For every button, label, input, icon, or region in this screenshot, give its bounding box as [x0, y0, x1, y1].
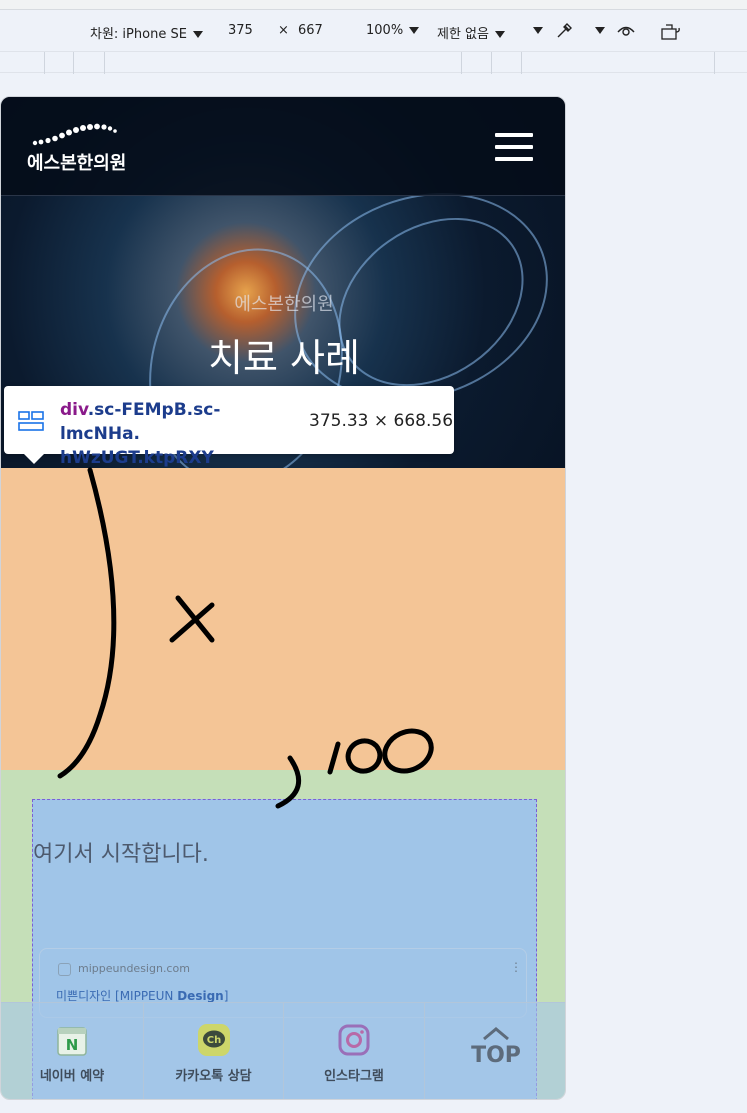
device-label: 차원: iPhone SE	[90, 27, 187, 42]
card-title-prefix: 미쁜디자인 [MIPPEUN	[56, 989, 178, 1003]
chevron-up-icon	[483, 1027, 509, 1041]
selector-classes-line2: hWzUGT.ktpRXY	[60, 448, 214, 468]
hero-subtitle: 에스본한의원	[234, 294, 334, 315]
throttle-label: 제한 없음	[437, 27, 489, 42]
height-input[interactable]: 667	[298, 23, 323, 38]
selector-tag: div	[60, 400, 88, 420]
width-input[interactable]: 375	[228, 23, 253, 38]
device-toolbar: 차원: iPhone SE 375 × 667 100% 제한 없음	[0, 10, 747, 50]
top-label: TOP	[471, 1043, 521, 1068]
instagram-button[interactable]: 인스타그램	[284, 1003, 425, 1099]
svg-text:N: N	[66, 1036, 79, 1054]
chevron-down-icon	[192, 31, 203, 38]
eye-icon[interactable]	[616, 24, 636, 42]
instagram-label: 인스타그램	[324, 1069, 384, 1084]
kakao-consult-button[interactable]: Ch 카카오톡 상담	[144, 1003, 284, 1099]
instagram-icon	[338, 1024, 370, 1056]
naver-reservation-label: 네이버 예약	[39, 1069, 105, 1084]
logo-mark-icon[interactable]	[31, 123, 121, 147]
chevron-down-icon	[595, 27, 605, 34]
naver-reservation-button[interactable]: N 네이버 예약	[1, 1003, 144, 1099]
highlighted-margin-box	[1, 468, 565, 770]
card-title-suffix: ]	[223, 989, 229, 1003]
favicon-icon	[58, 963, 71, 976]
rotate-device-icon[interactable]	[660, 24, 682, 44]
logo-text[interactable]: 에스본한의원	[27, 149, 126, 175]
chevron-down-icon	[409, 27, 420, 34]
more-options-dropdown[interactable]	[533, 23, 543, 38]
bottom-strip	[0, 1102, 747, 1113]
chevron-down-icon	[494, 31, 505, 38]
zoom-label: 100%	[366, 23, 404, 38]
inspect-tooltip: div.sc-FEMpB.sc-lmcNHa. hWzUGT.ktpRXY 375…	[4, 386, 454, 468]
start-text: 여기서 시작합니다.	[33, 842, 209, 867]
device-viewport: 에스본한의원 치료 사례 에스본한의원 여기서 시작합니다. mippeunde…	[0, 96, 566, 1100]
browser-top-strip	[0, 0, 747, 10]
media-query-ruler	[0, 51, 747, 74]
kakao-consult-label: 카카오톡 상담	[175, 1069, 252, 1084]
svg-text:Ch: Ch	[206, 1035, 220, 1046]
device-select[interactable]: 차원: iPhone SE	[90, 23, 203, 42]
chevron-down-icon	[533, 27, 543, 34]
throttle-select[interactable]: 제한 없음	[437, 23, 505, 42]
top-button-content: TOP	[425, 1027, 565, 1068]
times-sign: ×	[278, 23, 289, 38]
bottom-navigation: N 네이버 예약 Ch 카카오톡 상담 인스타그램 TOP	[1, 1002, 565, 1099]
site-header: 에스본한의원	[1, 97, 565, 196]
naver-calendar-icon: N	[57, 1027, 87, 1056]
element-size: 375.33 × 668.56	[309, 411, 454, 431]
card-domain: mippeundesign.com	[78, 962, 190, 975]
card-title-bold: Design	[177, 989, 224, 1003]
scroll-top-button[interactable]: TOP	[425, 1003, 565, 1099]
kakao-channel-icon: Ch	[197, 1024, 230, 1056]
dropdown-toggle[interactable]	[595, 23, 605, 38]
eyedropper-icon[interactable]	[555, 22, 573, 44]
hamburger-menu-icon[interactable]	[495, 133, 533, 163]
card-menu-icon[interactable]: ⋮	[510, 960, 522, 974]
hero-title: 치료 사례	[208, 336, 360, 380]
flex-layout-icon	[18, 411, 44, 431]
zoom-select[interactable]: 100%	[366, 23, 420, 38]
element-selector: div.sc-FEMpB.sc-lmcNHa. hWzUGT.ktpRXY	[60, 398, 300, 470]
